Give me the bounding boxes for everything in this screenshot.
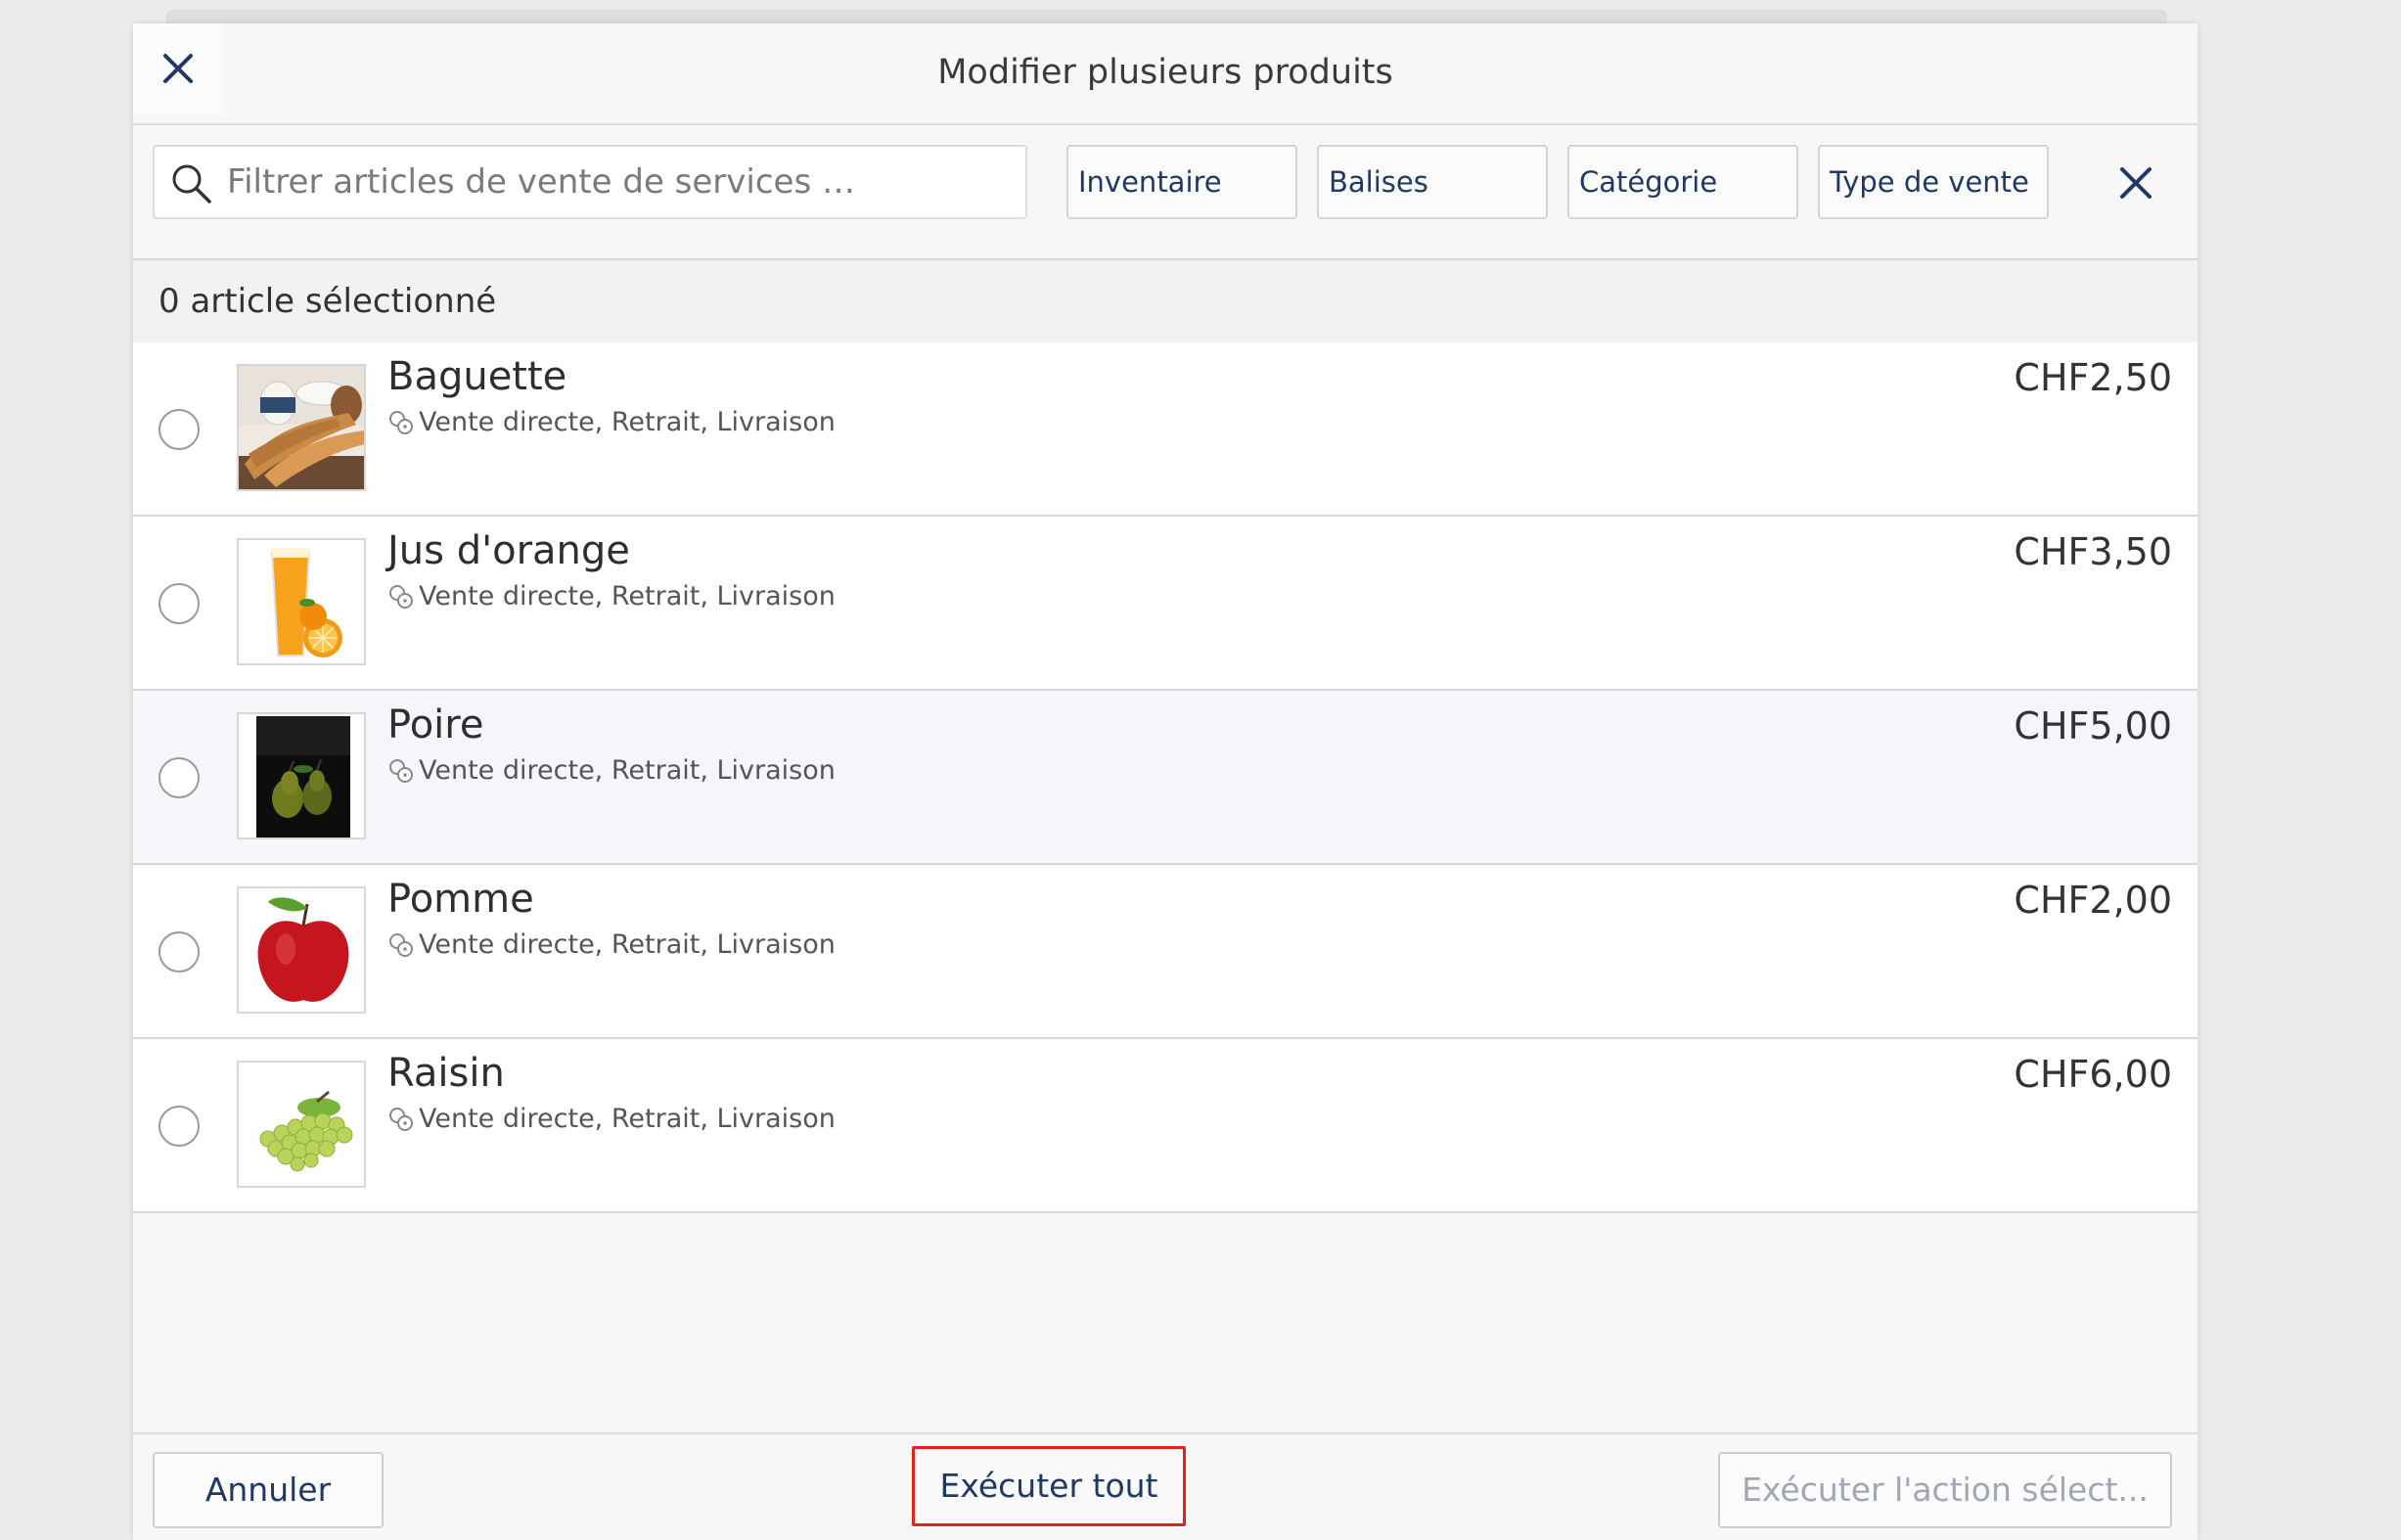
product-price: CHF2,00 [2014, 879, 2172, 922]
sales-type-text: Vente directe, Retrait, Livraison [419, 755, 836, 786]
sales-type-icon [389, 410, 413, 434]
filter-bar: Inventaire Balises Catégorie Type de ven… [133, 125, 2197, 260]
clear-filters-button[interactable] [2111, 159, 2160, 207]
sales-type-text: Vente directe, Retrait, Livraison [419, 929, 836, 960]
product-row[interactable]: Baguette Vente directe, Retrait, Livrais… [133, 342, 2197, 517]
modal-header: Modifier plusieurs produits [133, 23, 2197, 125]
sales-type-text: Vente directe, Retrait, Livraison [419, 581, 836, 611]
modal-footer: Annuler Exécuter tout Exécuter l'action … [133, 1432, 2197, 1540]
modal-title: Modifier plusieurs produits [937, 53, 1393, 92]
product-name: Raisin [387, 1051, 505, 1096]
search-input[interactable] [227, 147, 1010, 217]
run-all-button[interactable]: Exécuter tout [912, 1446, 1186, 1526]
filter-categorie[interactable]: Catégorie [1567, 145, 1798, 219]
select-radio[interactable] [159, 931, 200, 973]
sales-type-icon [389, 758, 413, 783]
selection-summary: 0 article sélectionné [159, 282, 497, 321]
product-sales-types: Vente directe, Retrait, Livraison [387, 1104, 836, 1134]
search-icon [172, 164, 211, 204]
selection-bar: 0 article sélectionné [133, 260, 2197, 342]
product-price: CHF6,00 [2014, 1053, 2172, 1096]
product-row[interactable]: Poire Vente directe, Retrait, Livraison … [133, 691, 2197, 865]
select-radio[interactable] [159, 583, 200, 624]
edit-products-modal: Modifier plusieurs produits Inventaire B… [133, 23, 2197, 1540]
product-name: Jus d'orange [387, 528, 630, 573]
product-list: Baguette Vente directe, Retrait, Livrais… [133, 342, 2197, 1213]
product-price: CHF2,50 [2014, 356, 2172, 399]
sales-type-text: Vente directe, Retrait, Livraison [419, 1104, 836, 1134]
filter-type-de-vente[interactable]: Type de vente [1818, 145, 2049, 219]
select-radio[interactable] [159, 409, 200, 450]
product-price: CHF3,50 [2014, 530, 2172, 573]
product-price: CHF5,00 [2014, 704, 2172, 747]
product-sales-types: Vente directe, Retrait, Livraison [387, 929, 836, 960]
filter-inventaire[interactable]: Inventaire [1066, 145, 1297, 219]
filter-balises[interactable]: Balises [1317, 145, 1548, 219]
select-radio[interactable] [159, 1106, 200, 1147]
sales-type-text: Vente directe, Retrait, Livraison [419, 407, 836, 437]
orange-juice-image [237, 538, 366, 665]
product-name: Poire [387, 702, 484, 747]
product-sales-types: Vente directe, Retrait, Livraison [387, 581, 836, 611]
product-row[interactable]: Jus d'orange Vente directe, Retrait, Liv… [133, 517, 2197, 691]
pear-image [237, 712, 366, 839]
sales-type-icon [389, 1107, 413, 1131]
baguette-image [237, 364, 366, 491]
product-sales-types: Vente directe, Retrait, Livraison [387, 407, 836, 437]
product-name: Baguette [387, 354, 567, 399]
cancel-button[interactable]: Annuler [153, 1452, 384, 1528]
run-selected-action-button[interactable]: Exécuter l'action sélect... [1718, 1452, 2172, 1528]
product-name: Pomme [387, 877, 534, 922]
search-box[interactable] [153, 145, 1027, 219]
product-row[interactable]: Raisin Vente directe, Retrait, Livraison… [133, 1039, 2197, 1213]
sales-type-icon [389, 932, 413, 957]
sales-type-icon [389, 584, 413, 609]
select-radio[interactable] [159, 757, 200, 798]
apple-image [237, 886, 366, 1014]
product-sales-types: Vente directe, Retrait, Livraison [387, 755, 836, 786]
product-row[interactable]: Pomme Vente directe, Retrait, Livraison … [133, 865, 2197, 1039]
grapes-image [237, 1061, 366, 1188]
close-icon [2120, 167, 2152, 199]
